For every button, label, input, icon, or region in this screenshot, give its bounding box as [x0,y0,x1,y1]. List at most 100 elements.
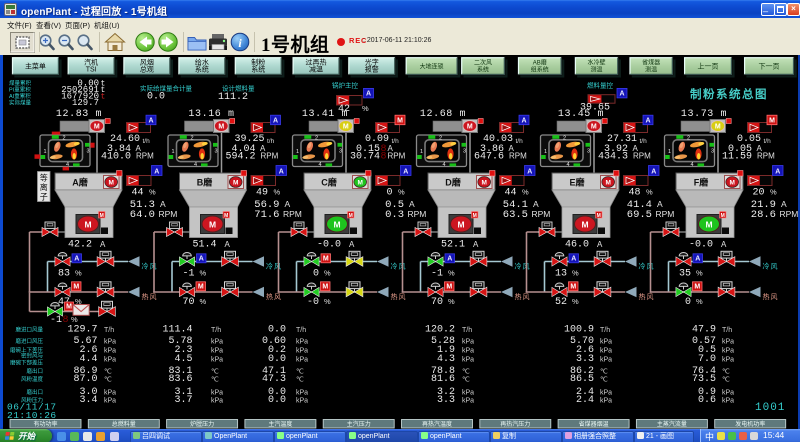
svg-text:M: M [198,284,204,291]
svg-text:0.0: 0.0 [268,354,286,365]
svg-text:组系统: 组系统 [531,66,549,74]
svg-text:2: 2 [439,136,442,142]
svg-text:A: A [571,256,576,263]
svg-text:M: M [605,180,610,187]
svg-text:7.0: 7.0 [698,354,716,365]
svg-text:4: 4 [194,162,197,168]
svg-text:A: A [273,118,278,125]
svg-text:M: M [66,303,72,310]
svg-text:2: 2 [315,136,318,142]
svg-text:下一页: 下一页 [759,63,780,71]
svg-text:kPa: kPa [104,390,116,397]
svg-text:%: % [572,269,579,278]
svg-text:kPa: kPa [211,398,223,405]
svg-text:%: % [71,315,78,324]
svg-text:594.2: 594.2 [225,151,255,162]
svg-text:M: M [467,124,473,131]
svg-text:kPa: kPa [104,398,116,405]
svg-text:kPa: kPa [722,357,734,364]
svg-text:t/h: t/h [267,138,275,145]
svg-text:风烟: 风烟 [140,57,154,66]
svg-text:测温: 测温 [591,66,603,74]
svg-text:t/h: t/h [143,138,151,145]
svg-text:kPa: kPa [296,348,308,355]
svg-text:RPM: RPM [408,209,427,219]
svg-text:A: A [721,240,727,249]
svg-text:kPa: kPa [211,339,223,346]
svg-text:1001: 1001 [755,402,785,414]
svg-text:3: 3 [463,149,466,155]
svg-text:kPa: kPa [462,357,474,364]
svg-text:M: M [397,118,403,125]
svg-text:炉膛压力: 炉膛压力 [190,420,214,428]
svg-text:kPa: kPa [462,398,474,405]
svg-text:%: % [200,297,207,306]
svg-text:A: A [148,118,153,125]
svg-text:℃: ℃ [462,369,470,376]
svg-text:A磨: A磨 [72,177,88,188]
svg-text:kPa: kPa [722,390,734,397]
svg-text:M: M [323,256,329,263]
svg-text:A: A [403,168,408,175]
svg-text:kPa: kPa [600,348,612,355]
svg-text:kPa: kPa [462,390,474,397]
svg-text:A: A [619,91,624,98]
svg-text:73.5: 73.5 [692,374,716,385]
svg-text:kPa: kPa [600,390,612,397]
svg-text:锅炉主控: 锅炉主控 [332,81,359,90]
svg-text:2: 2 [63,136,66,142]
svg-text:kPa: kPa [462,348,474,355]
svg-text:%: % [572,297,579,306]
svg-text:冷风: 冷风 [142,262,158,271]
svg-text:报警: 报警 [365,65,379,74]
svg-text:M: M [322,284,328,291]
svg-text:2: 2 [191,136,194,142]
svg-text:M: M [570,284,576,291]
svg-text:T/h: T/h [211,327,221,334]
svg-text:PI重累积: PI重累积 [9,85,31,93]
svg-text:%: % [448,297,455,306]
svg-text:煤量累积: 煤量累积 [9,79,32,87]
svg-text:M: M [209,219,216,229]
svg-text:%: % [696,269,703,278]
svg-text:647.6: 647.6 [474,151,504,162]
svg-text:制粉: 制粉 [251,57,265,66]
svg-text:C磨: C磨 [321,177,337,188]
svg-text:8: 8 [381,151,387,162]
svg-text:测温: 测温 [645,66,657,74]
svg-text:44: 44 [504,188,516,199]
svg-text:A: A [366,91,371,98]
svg-text:D磨: D磨 [445,177,461,188]
svg-text:A: A [349,240,355,249]
svg-text:%: % [448,269,455,278]
svg-text:系统: 系统 [251,65,265,74]
svg-text:86.5: 86.5 [570,374,594,385]
svg-text:光字: 光字 [365,57,379,66]
svg-text:A: A [100,240,106,249]
svg-text:A: A [781,199,787,209]
svg-text:M: M [84,219,91,229]
svg-text:%: % [200,269,207,278]
svg-text:12.83 m: 12.83 m [56,109,102,120]
svg-text:磨进口风量: 磨进口风量 [15,326,43,334]
svg-text:总观: 总观 [140,65,154,74]
svg-text:39.65: 39.65 [580,103,610,114]
svg-text:1: 1 [44,149,47,155]
svg-text:-0.0: -0.0 [689,240,713,251]
svg-text:℃: ℃ [296,377,304,384]
svg-text:4.5: 4.5 [174,354,192,365]
svg-text:M: M [721,213,725,219]
svg-text:M: M [481,180,486,187]
svg-text:4.3: 4.3 [437,354,455,365]
svg-text:4: 4 [691,162,694,168]
svg-text:%: % [398,188,405,197]
svg-text:M: M [729,180,734,187]
svg-text:T/h: T/h [722,327,732,334]
svg-text:12.68 m: 12.68 m [420,109,466,120]
svg-text:磨碗下部差压: 磨碗下部差压 [10,359,44,367]
svg-text:冷风: 冷风 [763,262,779,271]
svg-text:AI重累积: AI重累积 [9,92,31,100]
svg-text:0: 0 [685,297,691,308]
svg-text:13.73 m: 13.73 m [681,109,727,120]
svg-text:1: 1 [172,149,175,155]
